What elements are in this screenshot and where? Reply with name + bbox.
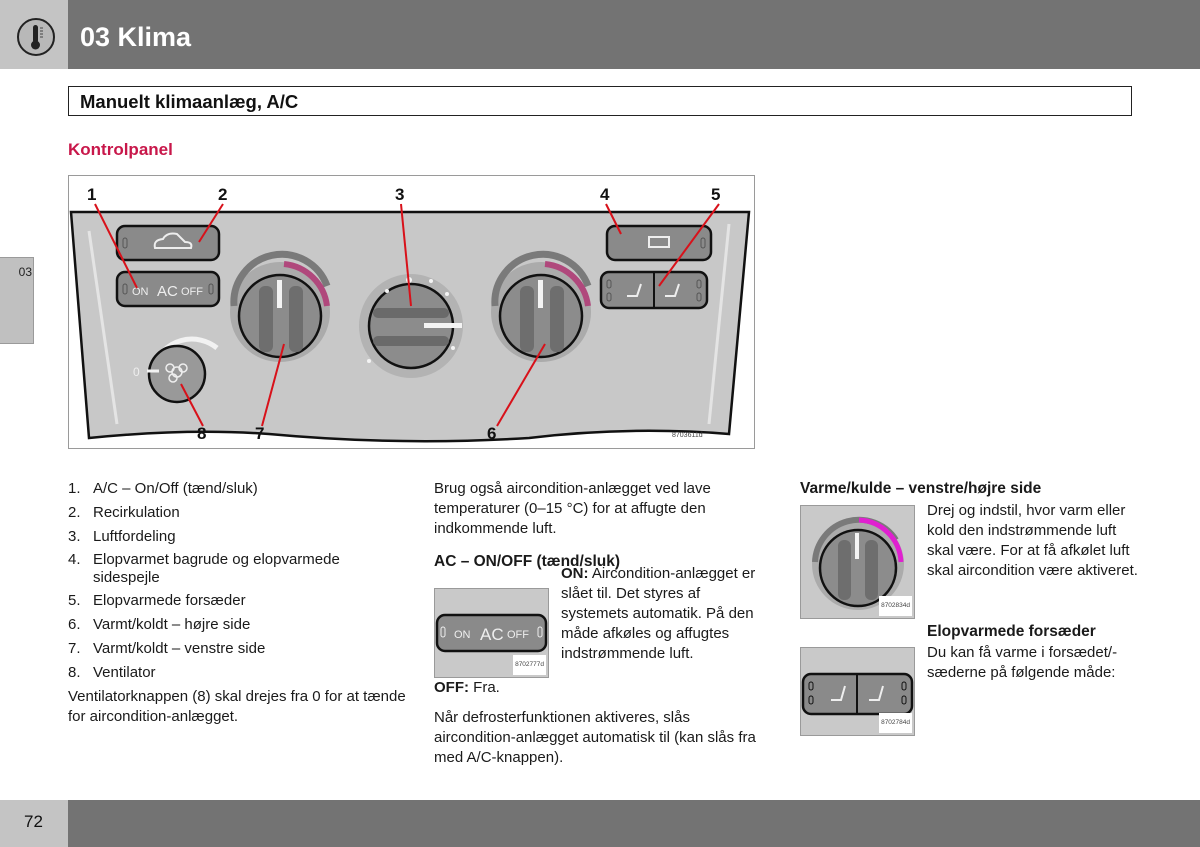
temperature-thumbnail-code: 8702834d [879, 596, 912, 616]
chapter-side-tab[interactable]: 03 [0, 257, 34, 344]
air-distribution-knob [359, 274, 463, 378]
ac-button-thumbnail: ON AC OFF 8702777d [434, 588, 549, 678]
legend-item: 4. Elopvarmet bagrude og elopvarmede side… [68, 551, 340, 586]
section-title-box: Manuelt klimaanlæg, A/C [68, 86, 1132, 116]
svg-text:OFF: OFF [507, 629, 529, 641]
right-temperature-knob [491, 250, 592, 362]
chapter-side-tab-label: 03 [18, 265, 32, 279]
ac-label: AC [157, 283, 178, 300]
ac-on-label: ON [132, 286, 149, 298]
footer-bar [68, 800, 1200, 847]
section-title: Manuelt klimaanlæg, A/C [80, 91, 299, 112]
page-number: 72 [24, 812, 43, 831]
chapter-title: 03 Klima [80, 22, 192, 52]
legend-item: 3. Luftfordeling [68, 528, 176, 545]
callout-2: 2 [218, 185, 228, 204]
ac-intro: Brug også aircondition-anlægget ved lave… [434, 480, 711, 537]
left-temperature-knob [230, 250, 331, 362]
figure-code: 8703611d [672, 432, 703, 439]
legend-column: 1. A/C – On/Off (tænd/sluk) 2. Recirkulati… [68, 479, 408, 727]
ac-thumbnail-code: 8702777d [513, 655, 546, 675]
temperature-description: Drej og indstil, hvor varm eller kold de… [927, 502, 1138, 579]
fan-note: Ventilatorknappen (8) skal drejes fra 0 … [68, 688, 406, 725]
ac-column: Brug også aircondition-anlægget ved lave… [434, 479, 774, 768]
svg-text:AC: AC [480, 625, 504, 644]
callout-3: 3 [395, 185, 405, 204]
legend-item: 7. Varmt/koldt – venstre side [68, 640, 266, 657]
header-bar [68, 0, 1200, 69]
subheading-kontrolpanel: Kontrolpanel [68, 140, 173, 159]
ac-off-description: OFF: Fra. [434, 679, 500, 696]
seat-heater-heading: Elopvarmede forsæder [927, 623, 1096, 640]
legend-item: 8. Ventilator [68, 664, 156, 681]
legend-list: 1. A/C – On/Off (tænd/sluk) 2. Recirkulati… [68, 479, 408, 683]
legend-item: 1. A/C – On/Off (tænd/sluk) [68, 480, 258, 497]
fan-zero-label: 0 [133, 365, 140, 379]
temperature-heading: Varme/kulde – venstre/højre side [800, 480, 1042, 497]
recirculation-button [115, 224, 221, 262]
callout-1: 1 [87, 185, 97, 204]
thermometer-icon [17, 18, 55, 56]
footer-page-tab: 72 [0, 800, 68, 847]
svg-text:ON: ON [454, 629, 471, 641]
defrost-note: Når defrosterfunktionen aktiveres, slås … [434, 709, 756, 766]
ac-off-label: OFF [181, 286, 203, 298]
temperature-seat-column: Varme/kulde – venstre/højre side 8702834… [800, 479, 1140, 736]
callout-7: 7 [255, 424, 265, 443]
legend-item: 5. Elopvarmede forsæder [68, 592, 246, 609]
ac-on-description: ON: Aircondition-anlægget er slået til. … [561, 565, 756, 662]
seat-heater-description: Du kan få varme i forsædet/-sæderne på f… [927, 644, 1118, 681]
callout-4: 4 [600, 185, 610, 204]
seat-heater-buttons [599, 270, 709, 310]
temperature-knob-thumbnail: 8702834d [800, 505, 915, 619]
control-panel-illustration: ON AC OFF 0 1 2 3 4 5 6 7 8 8703611d [68, 175, 755, 449]
rear-window-heater-button [605, 224, 713, 262]
callout-5: 5 [711, 185, 721, 204]
callout-6: 6 [487, 424, 497, 443]
legend-item: 6. Varmt/koldt – højre side [68, 616, 251, 633]
callout-8: 8 [197, 424, 207, 443]
legend-item: 2. Recirkulation [68, 504, 180, 521]
seat-heater-thumbnail-code: 8702784d [879, 713, 912, 733]
seat-heater-thumbnail: 8702784d [800, 647, 915, 736]
control-panel-drawing: ON AC OFF 0 [69, 203, 751, 443]
